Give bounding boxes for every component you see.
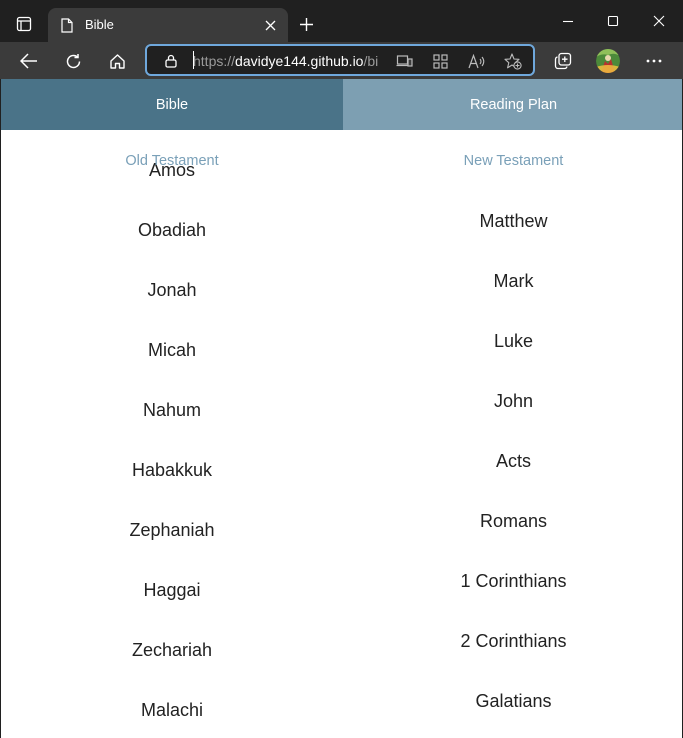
app-install-icon[interactable] [393, 51, 415, 71]
collections-icon[interactable] [548, 46, 578, 76]
title-bar: Bible [0, 0, 683, 42]
book-matthew[interactable]: Matthew [343, 209, 682, 233]
url-host: davidye144.github.io [235, 53, 364, 69]
close-icon[interactable] [262, 17, 278, 33]
text-cursor [193, 51, 194, 69]
new-testament-column[interactable]: New Testament Matthew Mark Luke John Act… [343, 130, 682, 738]
home-icon[interactable] [102, 46, 132, 76]
read-aloud-icon[interactable] [465, 51, 487, 71]
top-nav: Bible Reading Plan [1, 79, 682, 130]
book-zephaniah[interactable]: Zephaniah [1, 518, 343, 542]
page-icon [60, 17, 74, 34]
tab-bible[interactable]: Bible [1, 79, 343, 130]
url-text[interactable]: https://davidye144.github.io/bi [193, 53, 388, 69]
book-2-corinthians[interactable]: 2 Corinthians [343, 629, 682, 653]
apps-grid-icon[interactable] [429, 51, 451, 71]
book-micah[interactable]: Micah [1, 338, 343, 362]
browser-tab[interactable]: Bible [48, 8, 288, 42]
book-nahum[interactable]: Nahum [1, 398, 343, 422]
close-icon[interactable] [644, 6, 674, 36]
maximize-icon[interactable] [598, 6, 628, 36]
tab-reading-plan[interactable]: Reading Plan [343, 79, 682, 130]
book-obadiah[interactable]: Obadiah [1, 218, 343, 242]
book-galatians[interactable]: Galatians [343, 689, 682, 713]
book-romans[interactable]: Romans [343, 509, 682, 533]
address-bar[interactable]: https://davidye144.github.io/bi [145, 44, 535, 76]
tab-title: Bible [85, 17, 114, 32]
minimize-icon[interactable] [553, 6, 583, 36]
book-haggai[interactable]: Haggai [1, 578, 343, 602]
book-john[interactable]: John [343, 389, 682, 413]
more-options-icon[interactable] [639, 46, 669, 76]
lock-icon[interactable] [164, 53, 178, 68]
back-arrow-icon[interactable] [14, 46, 44, 76]
book-acts[interactable]: Acts [343, 449, 682, 473]
book-luke[interactable]: Luke [343, 329, 682, 353]
book-1-corinthians[interactable]: 1 Corinthians [343, 569, 682, 593]
plus-icon[interactable] [294, 12, 318, 36]
book-habakkuk[interactable]: Habakkuk [1, 458, 343, 482]
book-mark[interactable]: Mark [343, 269, 682, 293]
book-zechariah[interactable]: Zechariah [1, 638, 343, 662]
tab-actions-icon[interactable] [10, 10, 38, 38]
page-content: Bible Reading Plan Old Testament Amos Ob… [0, 79, 683, 738]
book-malachi[interactable]: Malachi [1, 698, 343, 722]
new-testament-heading: New Testament [463, 153, 564, 169]
reload-icon[interactable] [58, 46, 88, 76]
add-favorite-icon[interactable] [502, 51, 524, 71]
url-path: /bi [363, 53, 379, 69]
browser-toolbar: https://davidye144.github.io/bi [0, 42, 683, 79]
profile-avatar[interactable] [594, 47, 622, 75]
book-jonah[interactable]: Jonah [1, 278, 343, 302]
old-testament-column[interactable]: Old Testament Amos Obadiah Jonah Micah N… [1, 130, 343, 738]
avatar [596, 49, 620, 73]
url-prefix: https:// [193, 53, 236, 69]
old-testament-heading: Old Testament [125, 153, 219, 169]
